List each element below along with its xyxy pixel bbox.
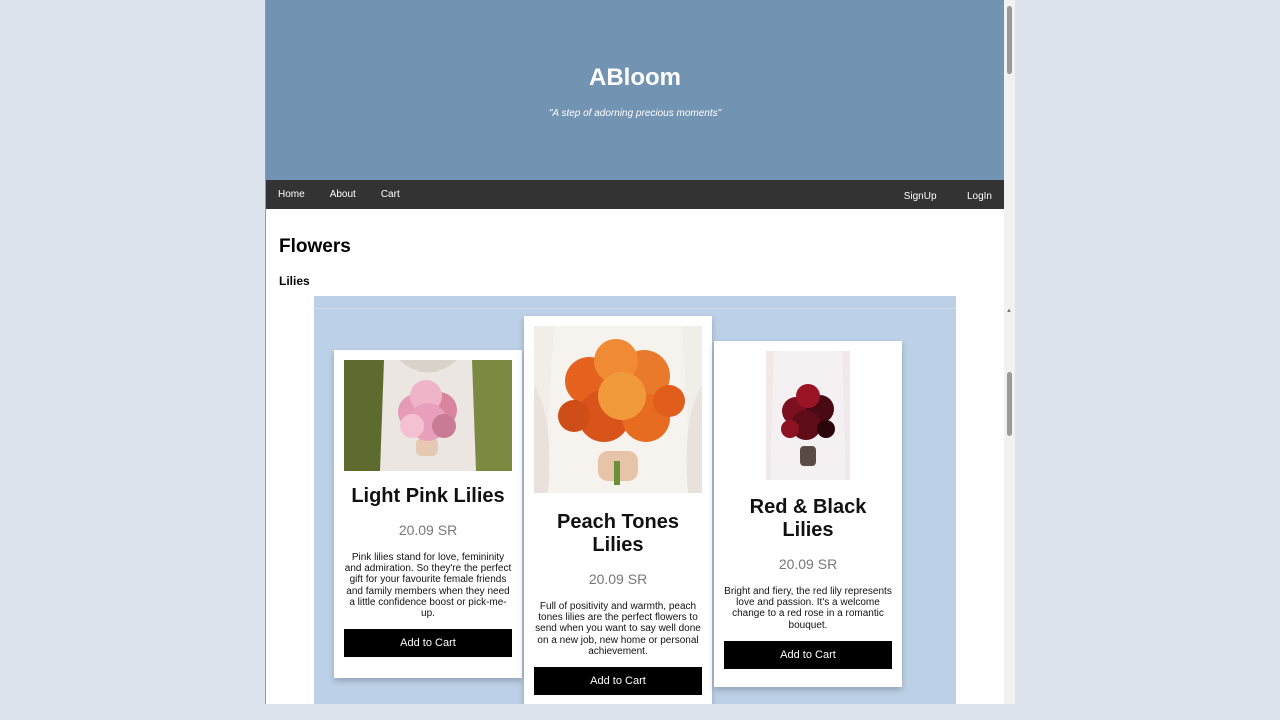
gallery-divider [314,308,956,309]
hero-banner: ABloom "A step of adorning precious mome… [266,0,1004,180]
category-heading: Lilies [279,274,310,288]
nav-cart-link[interactable]: Cart [381,189,400,200]
navbar: Home About Cart SignUp LogIn [266,180,1004,209]
product-card-red-black: Red & Black Lilies 20.09 SR Bright and f… [714,341,902,687]
scrollbar-thumb[interactable] [1007,372,1012,436]
scrollbar-thumb-top[interactable] [1007,6,1012,74]
product-description: Bright and fiery, the red lily represent… [724,586,892,631]
product-price: 20.09 SR [588,571,648,587]
product-card-peach-tones: Peach Tones Lilies 20.09 SR Full of posi… [524,316,712,704]
product-price: 20.09 SR [398,522,458,538]
add-to-cart-button[interactable]: Add to Cart [534,667,702,696]
content: Flowers Lilies [266,236,1004,288]
nav-signup-link[interactable]: SignUp [904,191,937,202]
product-card-light-pink: Light Pink Lilies 20.09 SR Pink lilies s… [334,350,522,678]
product-description: Pink lilies stand for love, femininity a… [344,552,512,620]
site-tagline: "A step of adorning precious moments" [548,108,722,119]
add-to-cart-button[interactable]: Add to Cart [344,629,512,658]
site-title: ABloom [589,64,681,91]
nav-about-link[interactable]: About [330,189,356,200]
nav-home-link[interactable]: Home [278,189,305,200]
page: ABloom "A step of adorning precious mome… [266,0,1004,704]
page-heading: Flowers [279,236,351,257]
page-scrollbar[interactable]: ▲ [1004,0,1015,704]
nav-right-group: SignUp LogIn [878,186,992,204]
nav-login-link[interactable]: LogIn [967,191,992,202]
light-pink-lilies-image [344,360,512,471]
browser-window: ABloom "A step of adorning precious mome… [265,0,1015,704]
peach-tones-lilies-image [534,326,702,493]
product-title: Light Pink Lilies [351,485,505,507]
product-price: 20.09 SR [778,556,838,572]
product-title: Peach Tones Lilies [557,511,679,556]
add-to-cart-button[interactable]: Add to Cart [724,640,892,669]
scroll-up-arrow-icon[interactable]: ▲ [1006,308,1012,314]
product-description: Full of positivity and warmth, peach ton… [535,601,701,657]
product-title: Red & Black Lilies [749,496,867,541]
product-gallery: Light Pink Lilies 20.09 SR Pink lilies s… [314,296,956,704]
red-black-lilies-image [766,351,850,480]
